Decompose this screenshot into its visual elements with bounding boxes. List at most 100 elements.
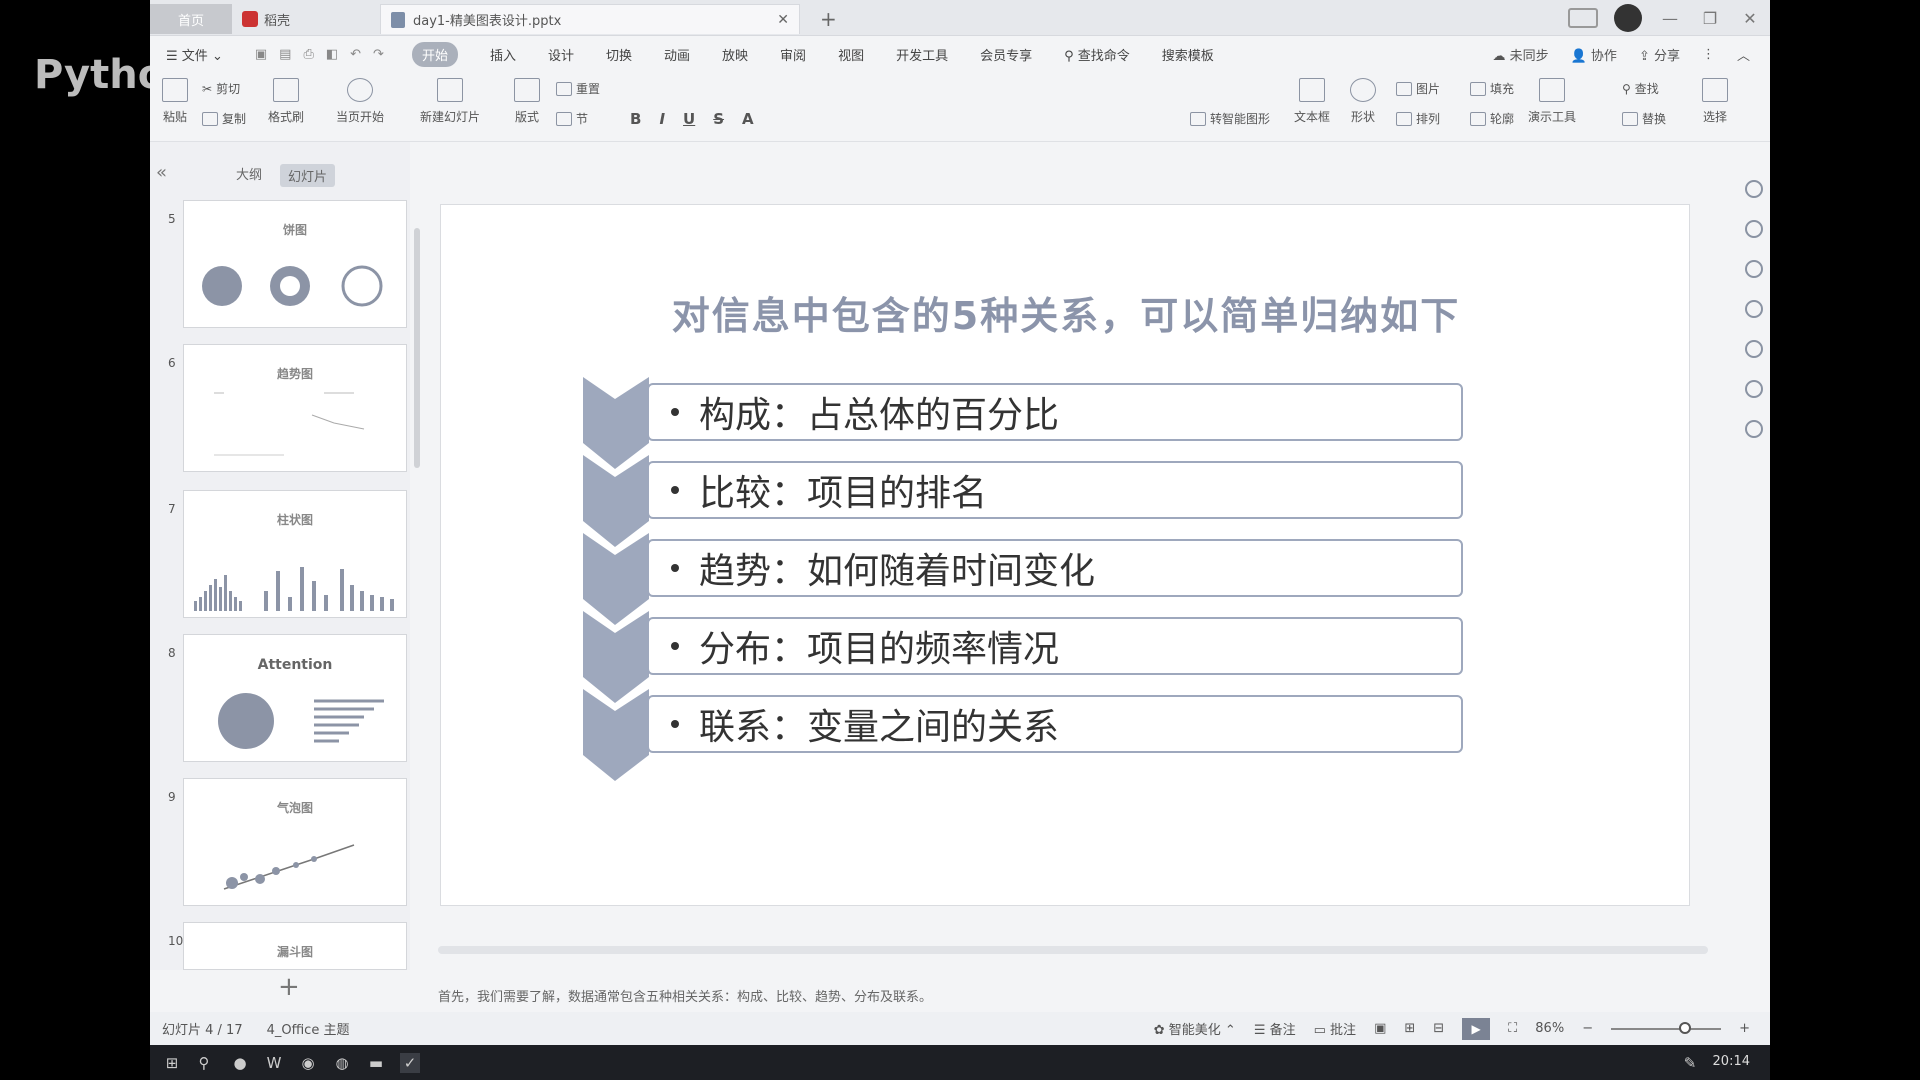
bold-icon[interactable]: B	[630, 110, 641, 128]
object-style-icon[interactable]	[1745, 180, 1763, 198]
cut-button[interactable]: ✂ 剪切	[202, 80, 240, 97]
tab-outline[interactable]: 大纲	[236, 164, 262, 187]
print-icon[interactable]: ⎙	[303, 47, 313, 62]
slide-thumbnail[interactable]: 柱状图	[183, 490, 407, 618]
sorter-view-icon[interactable]: ⊞	[1404, 1021, 1415, 1036]
strikethrough-icon[interactable]: S	[713, 110, 724, 128]
new-tab-button[interactable]: +	[810, 4, 840, 34]
zoom-slider-knob[interactable]	[1679, 1021, 1692, 1034]
theme-name[interactable]: 4_Office 主题	[267, 1019, 350, 1038]
tab-home[interactable]: 首页	[150, 4, 232, 34]
copy-button[interactable]: 复制	[202, 110, 246, 127]
select-button[interactable]: 选择	[1702, 78, 1728, 125]
properties-icon[interactable]	[1745, 220, 1763, 238]
menu-design[interactable]: 设计	[548, 45, 574, 64]
backup-icon[interactable]	[1745, 380, 1763, 398]
fit-window-icon[interactable]: ⛶	[1508, 1021, 1517, 1036]
windows-start-icon[interactable]: ⊞	[162, 1053, 182, 1073]
tab-slides[interactable]: 幻灯片	[280, 164, 336, 187]
close-window-icon[interactable]: ✕	[1738, 8, 1762, 28]
screen-icon[interactable]	[1568, 8, 1598, 28]
arrange-button[interactable]: 排列	[1396, 110, 1440, 127]
sync-button[interactable]: ☁ 未同步	[1492, 45, 1548, 64]
notes-toggle-button[interactable]: ☰ 备注	[1254, 1019, 1296, 1038]
pin-icon[interactable]	[1745, 260, 1763, 278]
preview-icon[interactable]: ◧	[326, 47, 338, 62]
layout-button[interactable]: 版式	[514, 78, 540, 125]
find-button[interactable]: ⚲ 查找	[1622, 80, 1659, 97]
relation-row[interactable]: 趋势：如何随着时间变化	[583, 533, 1463, 625]
relation-row[interactable]: 比较：项目的排名	[583, 455, 1463, 547]
menu-transition[interactable]: 切换	[606, 45, 632, 64]
share-button[interactable]: ⇪ 分享	[1639, 45, 1680, 64]
more-icon[interactable]: ⋮	[1702, 47, 1715, 62]
menu-review[interactable]: 审阅	[780, 45, 806, 64]
slide-title[interactable]: 对信息中包含的5种关系，可以简单归纳如下	[441, 285, 1691, 340]
tab-docer[interactable]: 稻壳	[232, 4, 362, 34]
add-slide-button[interactable]: +	[278, 972, 300, 1002]
search-icon[interactable]: ⚲	[194, 1053, 214, 1073]
undo-icon[interactable]: ↶	[350, 47, 361, 62]
panel-scrollbar[interactable]	[414, 228, 420, 468]
transition-icon[interactable]	[1745, 300, 1763, 318]
menu-view[interactable]: 视图	[838, 45, 864, 64]
tray-icon[interactable]: ✎	[1680, 1053, 1700, 1073]
menu-insert[interactable]: 插入	[490, 45, 516, 64]
smart-beautify-button[interactable]: ✿ 智能美化 ⌃	[1154, 1019, 1236, 1038]
browser-icon[interactable]: ●	[230, 1053, 250, 1073]
restore-icon[interactable]: ❐	[1698, 8, 1722, 28]
menu-search-template[interactable]: 搜索模板	[1162, 45, 1214, 64]
menu-search-command[interactable]: ⚲ 查找命令	[1064, 45, 1130, 64]
start-from-current-button[interactable]: 当页开始	[336, 78, 384, 125]
paste-button[interactable]: 粘贴	[162, 78, 188, 125]
present-tool-button[interactable]: 演示工具	[1528, 78, 1576, 125]
speaker-notes[interactable]: 首先，我们需要了解，数据通常包含五种相关关系：构成、比较、趋势、分布及联系。	[426, 982, 1716, 1008]
relation-row[interactable]: 联系：变量之间的关系	[583, 689, 1463, 781]
slide-thumbnail[interactable]: Attention	[183, 634, 407, 762]
menu-slideshow[interactable]: 放映	[722, 45, 748, 64]
zoom-level[interactable]: 86%	[1535, 1021, 1564, 1036]
menu-developer[interactable]: 开发工具	[896, 45, 948, 64]
shape-button[interactable]: 形状	[1350, 78, 1376, 125]
help-icon[interactable]	[1745, 340, 1763, 358]
current-slide[interactable]: 对信息中包含的5种关系，可以简单归纳如下 构成：占总体的百分比 比较：项目的排名…	[440, 204, 1690, 906]
save-icon[interactable]: ▣	[255, 47, 267, 62]
menu-member[interactable]: 会员专享	[980, 45, 1032, 64]
comments-button[interactable]: ▭ 批注	[1314, 1019, 1356, 1038]
relation-row[interactable]: 分布：项目的频率情况	[583, 611, 1463, 703]
font-color-icon[interactable]: A	[742, 110, 754, 128]
underline-icon[interactable]: U	[683, 110, 695, 128]
collapse-panel-icon[interactable]: «	[156, 162, 167, 183]
app-icon[interactable]: ◉	[298, 1053, 318, 1073]
slide-thumbnail[interactable]: 气泡图	[183, 778, 407, 906]
zoom-out-icon[interactable]: −	[1582, 1021, 1593, 1036]
minimize-icon[interactable]: —	[1658, 8, 1682, 28]
menu-animation[interactable]: 动画	[664, 45, 690, 64]
convert-smartart-button[interactable]: 转智能图形	[1190, 110, 1270, 127]
outline-button[interactable]: 轮廓	[1470, 110, 1514, 127]
wps-presentation-task-icon[interactable]: ✓	[400, 1053, 420, 1073]
fill-button[interactable]: 填充	[1470, 80, 1514, 97]
horizontal-scrollbar[interactable]	[438, 946, 1708, 954]
textbox-button[interactable]: 文本框	[1294, 78, 1330, 125]
zoom-slider[interactable]	[1611, 1021, 1722, 1034]
avatar[interactable]	[1614, 4, 1642, 32]
italic-icon[interactable]: I	[659, 110, 665, 128]
tab-document[interactable]: day1-精美图表设计.pptx ✕	[380, 4, 800, 34]
menu-file[interactable]: ☰ 文件 ⌄	[166, 45, 223, 64]
replace-button[interactable]: 替换	[1622, 110, 1666, 127]
folder-icon[interactable]: ▬	[366, 1053, 386, 1073]
close-tab-icon[interactable]: ✕	[777, 12, 789, 28]
export-icon[interactable]: ▤	[279, 47, 291, 62]
slide-thumbnail[interactable]: 漏斗图	[183, 922, 407, 970]
new-slide-button[interactable]: 新建幻灯片	[420, 78, 480, 125]
slideshow-play-button[interactable]: ▶	[1462, 1017, 1491, 1040]
menu-home[interactable]: 开始	[411, 41, 458, 67]
collapse-ribbon-icon[interactable]: ︿	[1737, 45, 1750, 64]
chat-icon[interactable]: ◍	[332, 1053, 352, 1073]
collab-button[interactable]: 👤 协作	[1571, 45, 1617, 64]
zoom-in-icon[interactable]: +	[1739, 1021, 1750, 1036]
picture-button[interactable]: 图片	[1396, 80, 1440, 97]
relation-row[interactable]: 构成：占总体的百分比	[583, 377, 1463, 469]
redo-icon[interactable]: ↷	[373, 47, 384, 62]
